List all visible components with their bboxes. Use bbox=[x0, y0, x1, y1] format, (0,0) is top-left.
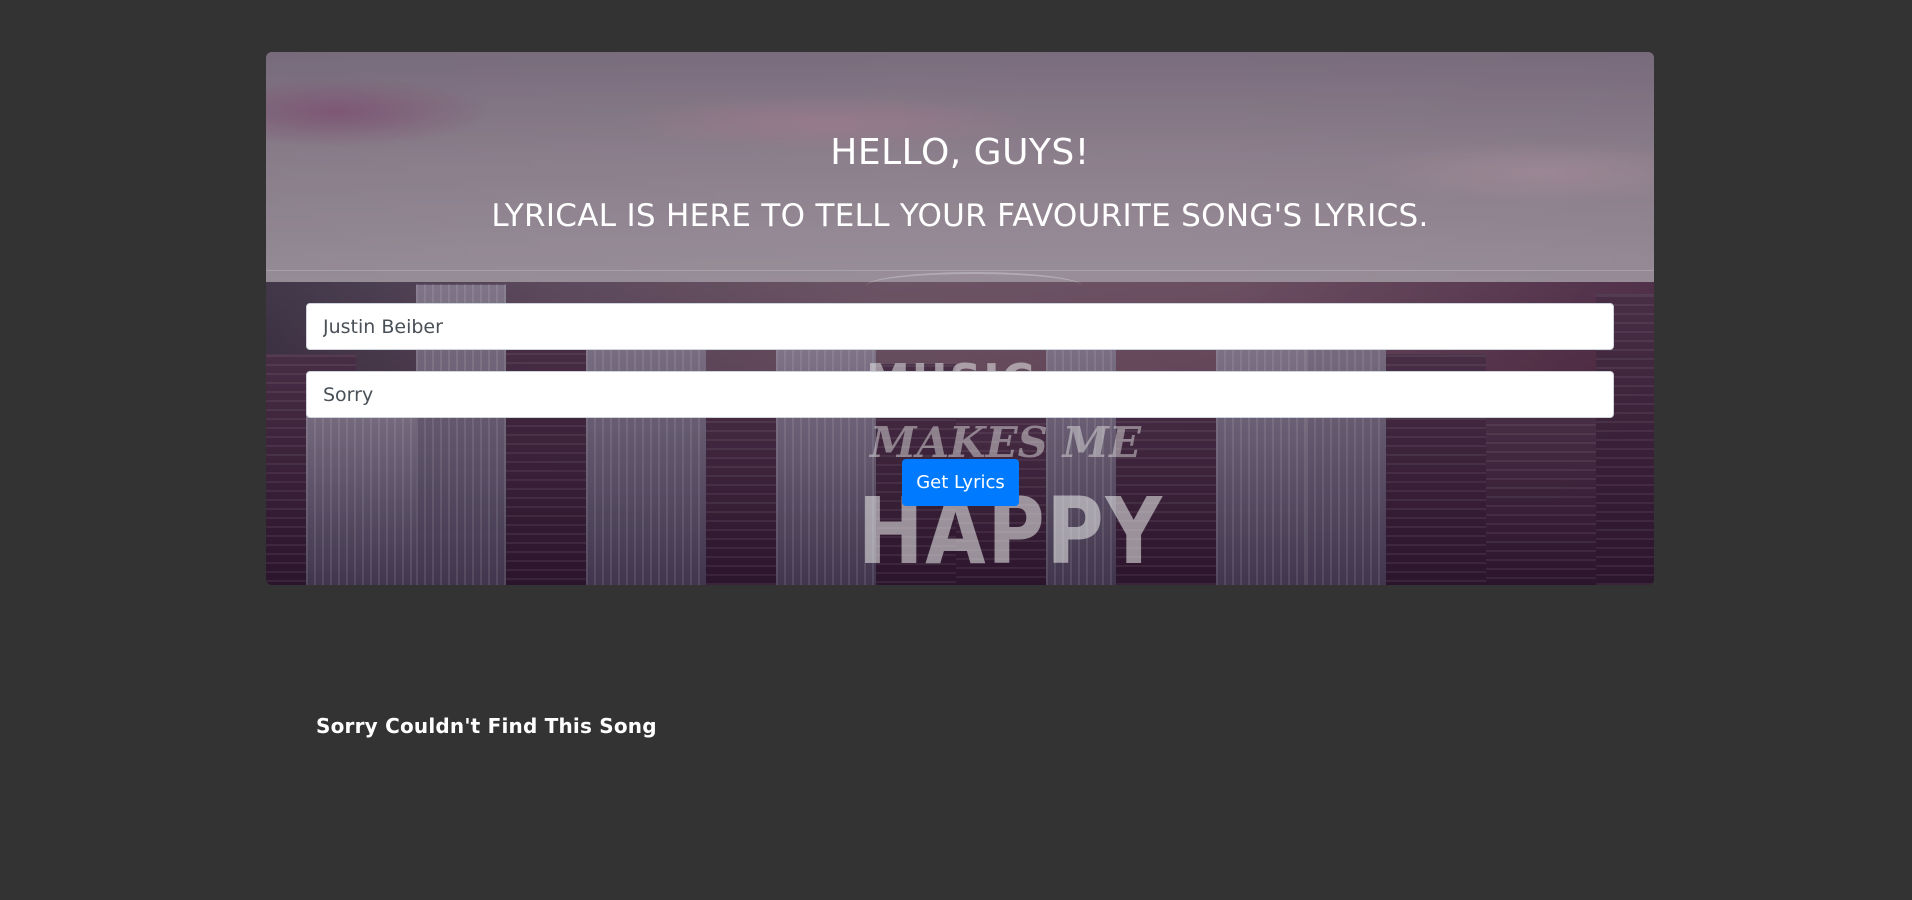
hero-subtitle: LYRICAL IS HERE TO TELL YOUR FAVOURITE S… bbox=[491, 198, 1429, 234]
ornament-flourish bbox=[866, 272, 1082, 300]
page: MUSIC MAKES ME HAPPY HELLO, GUYS! LYRICA… bbox=[0, 0, 1912, 900]
get-lyrics-button[interactable]: Get Lyrics bbox=[902, 459, 1019, 506]
hero-divider bbox=[266, 270, 1654, 271]
hero-title: HELLO, GUYS! bbox=[830, 132, 1090, 173]
result-message: Sorry Couldn't Find This Song bbox=[316, 714, 657, 738]
song-input[interactable] bbox=[306, 371, 1614, 418]
artist-input[interactable] bbox=[306, 303, 1614, 350]
